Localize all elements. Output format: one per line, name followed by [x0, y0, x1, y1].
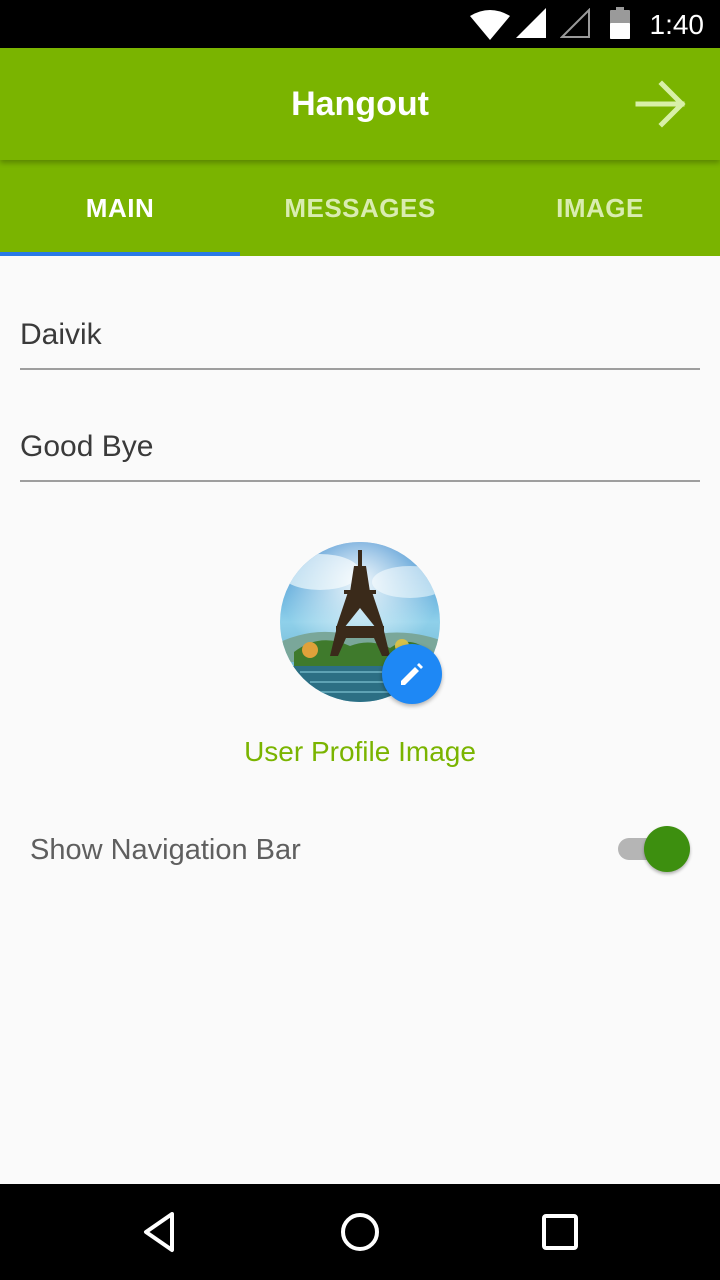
page-title: Hangout	[291, 85, 429, 123]
tab-messages[interactable]: MESSAGES	[240, 160, 480, 256]
home-icon[interactable]	[336, 1208, 384, 1256]
tab-bar: MAIN MESSAGES IMAGE	[0, 160, 720, 256]
signal-icon	[516, 8, 546, 38]
show-navigation-bar-toggle[interactable]	[616, 826, 692, 872]
status-bar: 1:40	[0, 0, 720, 48]
app-bar: Hangout	[0, 48, 720, 160]
arrow-forward-icon[interactable]	[634, 78, 690, 130]
signal-empty-icon	[560, 8, 590, 38]
toggle-thumb	[644, 826, 690, 872]
status-time: 1:40	[649, 9, 705, 40]
pencil-icon	[401, 663, 423, 685]
battery-icon	[610, 7, 630, 39]
avatar-caption: User Profile Image	[244, 736, 476, 767]
tab-image[interactable]: IMAGE	[480, 160, 720, 256]
wifi-icon	[470, 10, 510, 40]
name-field[interactable]: Daivik	[20, 310, 700, 370]
back-icon[interactable]	[136, 1208, 184, 1256]
recents-icon[interactable]	[536, 1208, 584, 1256]
system-nav-bar	[0, 1184, 720, 1280]
edit-avatar-button[interactable]	[382, 644, 442, 704]
tab-main[interactable]: MAIN	[0, 160, 240, 256]
profile-avatar-container	[280, 542, 442, 704]
show-navigation-bar-label: Show Navigation Bar	[30, 834, 301, 866]
message-field[interactable]: Good Bye	[20, 422, 700, 482]
